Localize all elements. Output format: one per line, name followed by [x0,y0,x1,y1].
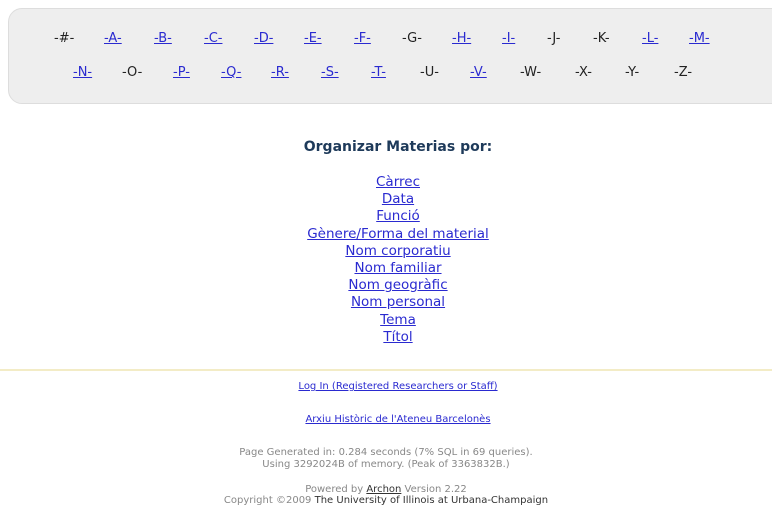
letter-c-link[interactable]: -C- [204,31,222,46]
organize-list: Càrrec Data Funció Gènere/Forma del mate… [0,174,772,346]
letter-j: -J- [547,31,561,46]
letter-q-link[interactable]: -Q- [221,65,241,80]
page-generated-text: Page Generated in: 0.284 seconds (7% SQL… [239,447,533,458]
alphabet-panel [8,8,772,104]
letter-f-link[interactable]: -F- [354,31,371,46]
copyright-org: The University of Illinois at Urbana-Cha… [314,495,549,506]
letter-x: -X- [575,65,592,80]
letter-n-link[interactable]: -N- [73,65,92,80]
organize-link-nom-corporatiu[interactable]: Nom corporatiu [345,243,450,259]
copyright-line: Copyright ©2009 The University of Illino… [0,495,772,506]
list-item: Nom corporatiu [0,243,772,260]
list-item: Tema [0,312,772,329]
powered-by-prefix: Powered by [305,484,367,495]
list-item: Nom familiar [0,260,772,277]
list-item: Funció [0,208,772,225]
letter-v-link[interactable]: -V- [470,65,487,80]
organize-link-titol[interactable]: Títol [383,329,412,345]
list-item: Nom personal [0,294,772,311]
organize-link-nom-geografic[interactable]: Nom geogràfic [348,277,447,293]
organize-link-genere[interactable]: Gènere/Forma del material [307,226,489,242]
letter-m-link[interactable]: -M- [689,31,710,46]
letter-i-link[interactable]: -I- [502,31,515,46]
footer-divider [0,369,772,371]
organize-heading: Organizar Materias por: [303,139,493,155]
letter-k: -K- [593,31,610,46]
organize-link-funcio[interactable]: Funció [376,208,420,224]
list-item: Data [0,191,772,208]
list-item: Gènere/Forma del material [0,226,772,243]
list-item: Càrrec [0,174,772,191]
letter-hash: -#- [54,31,75,46]
alphabet-row-1: -#- -A- -B- -C- -D- -E- -F- -G- -H- -I- … [0,31,772,51]
memory-usage-text: Using 3292024B of memory. (Peak of 33638… [262,459,510,470]
letter-y: -Y- [625,65,640,80]
letter-z: -Z- [674,65,693,80]
letter-w: -W- [520,65,542,80]
login-line: Log In (Registered Researchers or Staff) [0,381,772,392]
archon-link[interactable]: Archon [366,484,401,495]
letter-s-link[interactable]: -S- [321,65,339,80]
letter-l-link[interactable]: -L- [642,31,658,46]
list-item: Nom geogràfic [0,277,772,294]
archive-link[interactable]: Arxiu Històric de l'Ateneu Barcelonès [305,414,490,425]
letter-o: -O- [122,65,143,80]
letter-g: -G- [402,31,422,46]
copyright-prefix: Copyright ©2009 [223,495,315,506]
letter-e-link[interactable]: -E- [304,31,322,46]
letter-p-link[interactable]: -P- [173,65,190,80]
letter-b-link[interactable]: -B- [154,31,172,46]
letter-u: -U- [420,65,439,80]
alphabet-row-2: -N- -O- -P- -Q- -R- -S- -T- -U- -V- -W- … [0,65,772,85]
organize-link-tema[interactable]: Tema [380,312,416,328]
letter-t-link[interactable]: -T- [371,65,386,80]
organize-section: Organizar Materias por: Càrrec Data Func… [0,137,772,362]
organize-link-carrec[interactable]: Càrrec [376,174,420,190]
login-link[interactable]: Log In (Registered Researchers or Staff) [298,381,497,392]
archive-line: Arxiu Històric de l'Ateneu Barcelonès [0,414,772,425]
letter-r-link[interactable]: -R- [271,65,289,80]
letter-h-link[interactable]: -H- [452,31,471,46]
powered-by-line: Powered by Archon Version 2.22 [0,484,772,495]
organize-link-nom-familiar[interactable]: Nom familiar [354,260,441,276]
letter-d-link[interactable]: -D- [254,31,273,46]
powered-by-version: Version 2.22 [401,484,467,495]
letter-a-link[interactable]: -A- [104,31,122,46]
list-item: Títol [0,329,772,346]
organize-link-nom-personal[interactable]: Nom personal [351,294,445,310]
organize-link-data[interactable]: Data [382,191,414,207]
